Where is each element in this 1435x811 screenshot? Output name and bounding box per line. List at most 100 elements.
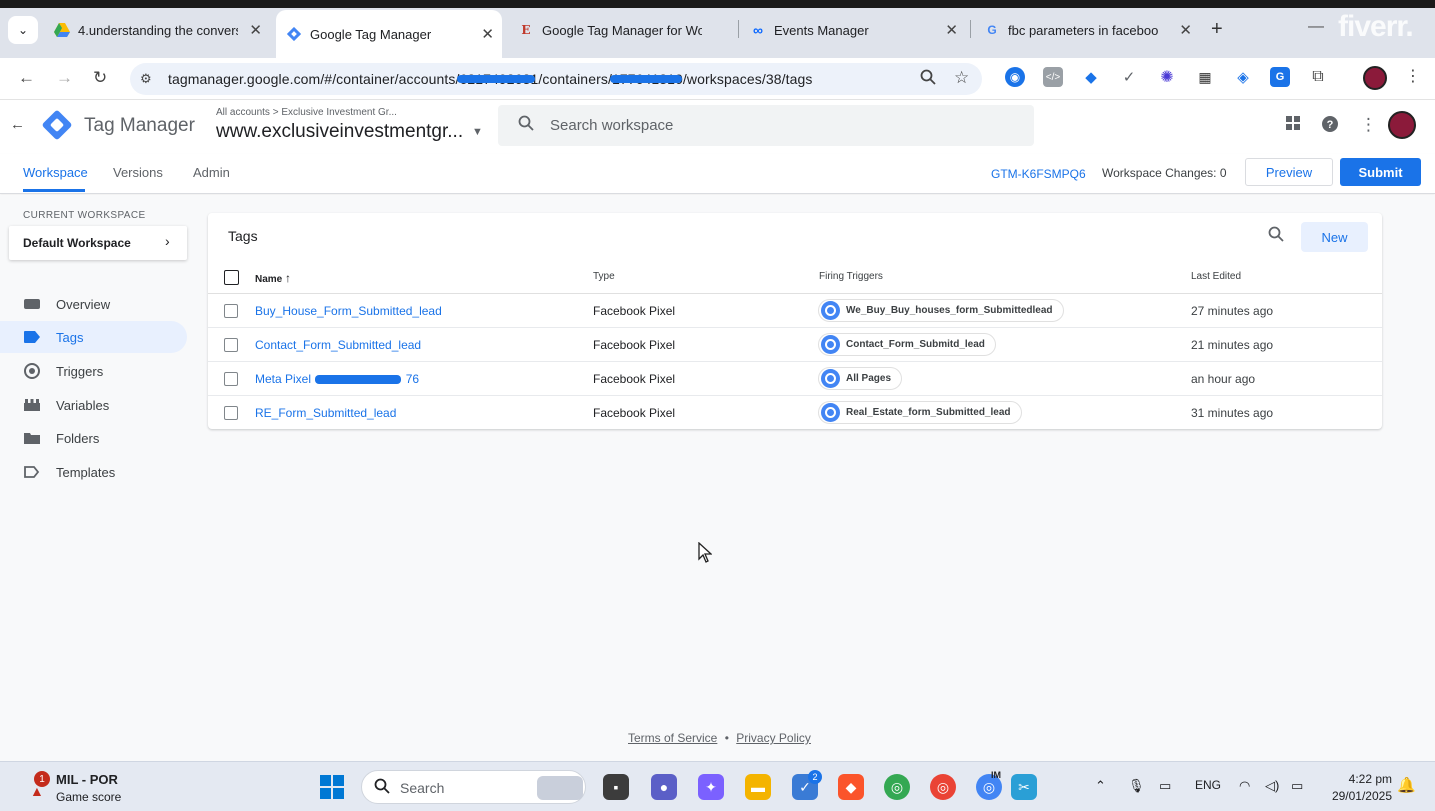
sidebar-item-templates[interactable]: Templates <box>0 456 187 488</box>
new-tag-button[interactable]: New <box>1301 222 1368 252</box>
search-icon[interactable] <box>1268 226 1284 247</box>
site-settings-icon[interactable]: ⚙ <box>140 71 152 87</box>
address-bar[interactable]: ⚙ tagmanager.google.com/#/container/acco… <box>130 63 982 95</box>
chrome-profile-icon[interactable]: ◎ <box>930 774 956 800</box>
zoom-icon[interactable] <box>920 69 936 89</box>
tab-versions[interactable]: Versions <box>113 165 163 180</box>
tag-name-link[interactable]: Meta Pixel 76 <box>255 372 419 386</box>
workspace-search[interactable] <box>498 105 1034 146</box>
help-icon[interactable]: ? <box>1321 115 1339 138</box>
column-triggers-header[interactable]: Firing Triggers <box>819 271 883 282</box>
battery-icon[interactable]: ▭ <box>1291 778 1303 794</box>
chrome-icon[interactable]: ◎ <box>884 774 910 800</box>
copilot-icon[interactable]: ✦ <box>698 774 724 800</box>
tag-name-link[interactable]: Contact_Form_Submitted_lead <box>255 338 421 352</box>
container-id-link[interactable]: GTM-K6FSMPQ6 <box>991 167 1086 181</box>
container-selector[interactable]: www.exclusiveinvestmentgr... <box>216 121 463 143</box>
extension-check-icon[interactable]: ✓ <box>1119 67 1139 87</box>
language-indicator[interactable]: ENG <box>1195 778 1221 792</box>
tag-name-link[interactable]: RE_Form_Submitted_lead <box>255 406 396 420</box>
profile-avatar[interactable] <box>1363 66 1387 90</box>
extension-gear-icon[interactable]: ✺ <box>1157 67 1177 87</box>
back-arrow-icon[interactable]: ← <box>10 116 25 133</box>
tab-search-button[interactable]: ⌄ <box>8 16 38 44</box>
extension-code-icon[interactable]: </> <box>1043 67 1063 87</box>
row-checkbox[interactable] <box>224 372 238 386</box>
bookmark-star-icon[interactable]: ☆ <box>954 68 969 88</box>
table-row[interactable]: Meta Pixel 76 Facebook Pixel All Pages a… <box>208 362 1382 396</box>
sidebar-item-overview[interactable]: Overview <box>0 288 187 320</box>
terms-link[interactable]: Terms of Service <box>628 731 717 745</box>
trigger-chip[interactable]: All Pages <box>818 367 903 390</box>
taskbar-search[interactable]: Search <box>361 770 586 804</box>
close-icon[interactable]: ✕ <box>249 21 262 39</box>
trigger-chip[interactable]: Contact_Form_Submitd_lead <box>818 333 996 356</box>
column-edited-header[interactable]: Last Edited <box>1191 271 1241 282</box>
brave-icon[interactable]: ◆ <box>838 774 864 800</box>
task-view-icon[interactable]: ▪ <box>603 774 629 800</box>
wifi-icon[interactable]: ◠ <box>1239 778 1250 794</box>
row-checkbox[interactable] <box>224 338 238 352</box>
microphone-icon[interactable]: 🎙 <box>1128 778 1145 794</box>
column-name-header[interactable]: Name ↑ <box>255 271 291 285</box>
game-subtitle: Game score <box>56 790 122 804</box>
table-row[interactable]: Contact_Form_Submitted_lead Facebook Pix… <box>208 328 1382 362</box>
forward-button[interactable]: → <box>56 68 73 88</box>
extension-translate-icon[interactable]: G <box>1270 67 1290 87</box>
table-row[interactable]: Buy_House_Form_Submitted_lead Facebook P… <box>208 294 1382 328</box>
back-button[interactable]: ← <box>18 68 35 88</box>
browser-tab-3[interactable]: E Google Tag Manager for Wo <box>508 14 734 46</box>
apps-grid-icon[interactable] <box>1285 115 1301 136</box>
account-avatar[interactable] <box>1388 111 1416 139</box>
new-tab-button[interactable]: + <box>1211 18 1223 41</box>
caret-down-icon[interactable]: ▼ <box>472 126 483 138</box>
extensions-puzzle-icon[interactable]: ⧉ <box>1308 67 1328 87</box>
extension-eye-icon[interactable]: ◉ <box>1005 67 1025 87</box>
tag-name-link[interactable]: Buy_House_Form_Submitted_lead <box>255 304 442 318</box>
sidebar-item-tags[interactable]: Tags <box>0 321 187 353</box>
workspace-selector[interactable]: Default Workspace › <box>9 226 187 260</box>
browser-tab-5[interactable]: G fbc parameters in facebook - ✕ <box>974 14 1200 46</box>
browser-tab-1[interactable]: 4.understanding the convers ✕ <box>44 14 270 46</box>
privacy-link[interactable]: Privacy Policy <box>736 731 811 745</box>
extension-qr-icon[interactable]: ▦ <box>1195 67 1215 87</box>
close-icon[interactable]: ✕ <box>945 21 958 39</box>
select-all-checkbox[interactable] <box>224 270 239 285</box>
preview-button[interactable]: Preview <box>1245 158 1333 186</box>
extension-diamond-icon[interactable]: ◈ <box>1233 67 1253 87</box>
browser-tab-4[interactable]: ∞ Events Manager ✕ <box>740 14 966 46</box>
teams-icon[interactable]: ● <box>651 774 677 800</box>
show-hidden-icons-icon[interactable]: ⌃ <box>1095 778 1106 794</box>
notification-bell-icon[interactable]: 🔔 <box>1397 776 1416 794</box>
tab-workspace[interactable]: Workspace <box>23 165 88 180</box>
minimize-button[interactable]: — <box>1308 18 1324 36</box>
submit-button[interactable]: Submit <box>1340 158 1421 186</box>
search-input[interactable] <box>550 115 1010 135</box>
sidebar-item-triggers[interactable]: Triggers <box>0 355 187 387</box>
close-icon[interactable]: ✕ <box>1179 21 1192 39</box>
row-checkbox[interactable] <box>224 304 238 318</box>
volume-icon[interactable]: ◁) <box>1265 778 1279 794</box>
gtm-nav-bar: Workspace Versions Admin GTM-K6FSMPQ6 Wo… <box>0 154 1435 194</box>
tab-admin[interactable]: Admin <box>193 165 230 180</box>
close-icon[interactable]: ✕ <box>481 25 494 43</box>
extension-tag-icon[interactable]: ◆ <box>1081 67 1101 87</box>
more-vert-icon[interactable]: ⋮ <box>1360 115 1377 135</box>
file-explorer-icon[interactable]: ▬ <box>745 774 771 800</box>
breadcrumb[interactable]: All accounts > Exclusive Investment Gr..… <box>216 107 397 118</box>
clock[interactable]: 4:22 pm 29/01/2025 <box>1322 771 1392 805</box>
browser-tab-2-active[interactable]: Google Tag Manager ✕ <box>276 10 502 58</box>
windows-start-icon[interactable] <box>320 775 344 799</box>
row-checkbox[interactable] <box>224 406 238 420</box>
column-type-header[interactable]: Type <box>593 271 615 282</box>
browser-menu-icon[interactable]: ⋮ <box>1405 66 1421 86</box>
sidebar-item-folders[interactable]: Folders <box>0 422 187 454</box>
google-drive-icon <box>54 22 70 38</box>
display-icon[interactable]: ▭ <box>1159 778 1171 794</box>
trigger-chip[interactable]: Real_Estate_form_Submitted_lead <box>818 401 1022 424</box>
trigger-chip[interactable]: We_Buy_Buy_houses_form_Submittedlead <box>818 299 1064 322</box>
snipping-tool-icon[interactable]: ✂ <box>1011 774 1037 800</box>
sidebar-item-variables[interactable]: Variables <box>0 389 187 421</box>
table-row[interactable]: RE_Form_Submitted_lead Facebook Pixel Re… <box>208 396 1382 430</box>
reload-button[interactable]: ↻ <box>93 68 107 88</box>
